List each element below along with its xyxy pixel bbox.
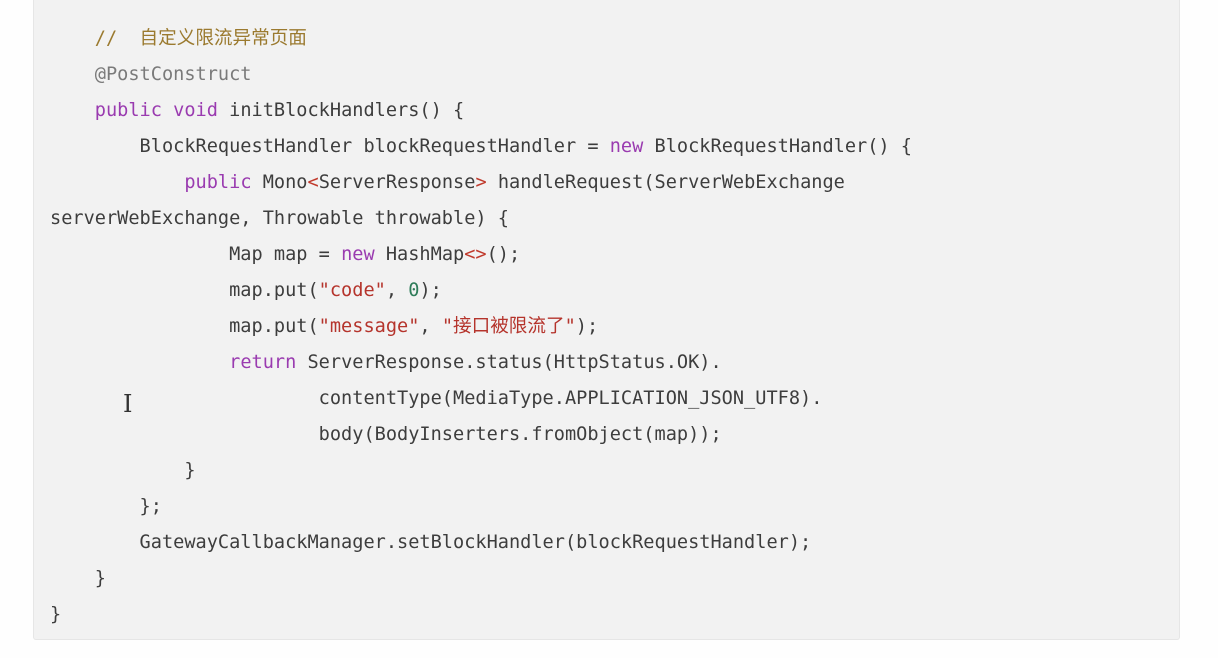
code-token-keyword: new — [341, 244, 375, 265]
code-token-number: 0 — [408, 280, 420, 301]
code-token-string: "接口被限流了" — [441, 316, 576, 337]
code-line: serverWebExchange, Throwable throwable) … — [50, 201, 912, 237]
code-line: public void initBlockHandlers() { — [50, 93, 912, 129]
code-token-plain: } — [50, 460, 196, 481]
code-token-plain: map.put( — [50, 316, 319, 337]
code-token-keyword: public — [94, 100, 162, 121]
code-line: contentType(MediaType.APPLICATION_JSON_U… — [50, 381, 912, 417]
code-token-plain: GatewayCallbackManager.setBlockHandler(b… — [50, 532, 812, 553]
code-token-plain: BlockRequestHandler() { — [643, 136, 912, 157]
code-token-string: "message" — [318, 316, 420, 337]
code-token-annotation: @PostConstruct — [94, 64, 252, 85]
code-token-plain: , — [385, 280, 409, 301]
code-line: } — [50, 453, 912, 489]
code-token-plain: initBlockHandlers() { — [217, 100, 465, 121]
code-token-generic: > — [475, 172, 487, 193]
code-token-plain: contentType(MediaType.APPLICATION_JSON_U… — [50, 388, 823, 409]
code-token-keyword: new — [609, 136, 644, 157]
code-token-keyword: return — [229, 352, 297, 373]
code-token-plain: body(BodyInserters.fromObject(map)); — [50, 424, 722, 445]
code-token-plain: (); — [486, 244, 521, 265]
code-token-comment: // 自定义限流异常页面 — [94, 28, 307, 49]
code-line: // 自定义限流异常页面 — [50, 21, 912, 57]
code-line: map.put("message", "接口被限流了"); — [50, 309, 912, 345]
code-token-plain: , — [419, 316, 442, 337]
code-token-plain: } — [50, 604, 62, 625]
code-token-keyword: void — [173, 100, 218, 121]
code-token-plain: Mono — [251, 172, 308, 193]
code-line: }; — [50, 489, 912, 525]
code-token-string: "code" — [318, 280, 386, 301]
code-token-plain: } — [50, 568, 106, 589]
code-line: map.put("code", 0); — [50, 273, 912, 309]
code-line: GatewayCallbackManager.setBlockHandler(b… — [50, 525, 912, 561]
code-line: body(BodyInserters.fromObject(map)); — [50, 417, 912, 453]
code-token-plain: BlockRequestHandler blockRequestHandler … — [50, 136, 610, 157]
code-token-plain: HashMap — [374, 244, 465, 265]
code-lines[interactable]: // 自定义限流异常页面 @PostConstruct public void … — [50, 21, 912, 633]
code-token-plain: map.put( — [50, 280, 319, 301]
code-line: return ServerResponse.status(HttpStatus.… — [50, 345, 912, 381]
code-line: BlockRequestHandler blockRequestHandler … — [50, 129, 912, 165]
code-token-generic: < — [307, 172, 319, 193]
code-token-plain: ); — [575, 316, 599, 337]
code-line: public Mono<ServerResponse> handleReques… — [50, 165, 912, 201]
code-token-plain: handleRequest(ServerWebExchange — [486, 172, 845, 193]
code-line: Map map = new HashMap<>(); — [50, 237, 912, 273]
code-token-plain: }; — [50, 496, 162, 517]
code-line: @PostConstruct — [50, 57, 912, 93]
code-line: } — [50, 561, 912, 597]
code-token-generic: <> — [464, 244, 487, 265]
code-token-plain: ServerResponse — [318, 172, 476, 193]
text-cursor-icon: I — [123, 390, 133, 418]
code-token-plain: ServerResponse.status(HttpStatus.OK). — [296, 352, 722, 373]
code-token-plain: ); — [419, 280, 442, 301]
code-token-plain: Map map = — [50, 244, 342, 265]
code-token-plain: serverWebExchange, Throwable throwable) … — [50, 208, 509, 229]
code-token-keyword: public — [184, 172, 252, 193]
code-line: } — [50, 597, 912, 633]
